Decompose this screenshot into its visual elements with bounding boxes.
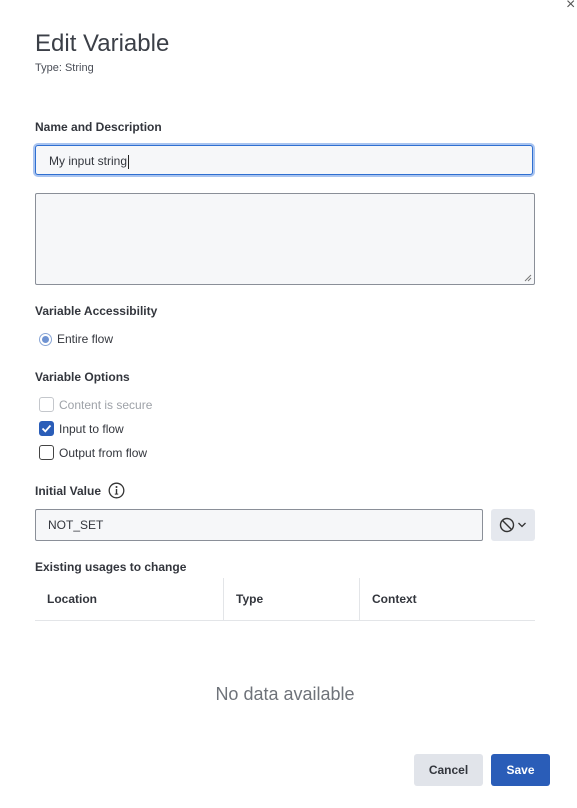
checkbox[interactable]	[39, 445, 54, 460]
no-entry-icon	[499, 517, 515, 533]
checkmark-icon	[41, 424, 52, 433]
checkbox-label: Input to flow	[59, 421, 124, 436]
resize-grip-icon[interactable]	[524, 274, 532, 282]
radio-selected-dot	[42, 335, 49, 343]
options-label: Variable Options	[35, 370, 130, 384]
dialog-title: Edit Variable	[35, 30, 170, 57]
checkbox	[39, 397, 54, 412]
initial-value-input[interactable]: NOT_SET	[35, 509, 483, 541]
initial-value-label: Initial Value	[35, 484, 102, 498]
empty-table-message: No data available	[215, 684, 355, 704]
radio-label: Entire flow	[57, 332, 114, 346]
description-textarea[interactable]	[35, 193, 535, 285]
checkbox[interactable]	[39, 421, 54, 436]
cancel-button[interactable]: Cancel	[414, 754, 483, 786]
checkbox-output-from-flow[interactable]: Output from flow	[39, 445, 147, 460]
checkbox-label: Output from flow	[59, 445, 148, 460]
close-icon[interactable]: ×	[566, 0, 575, 14]
text-caret	[128, 154, 130, 169]
column-header-type[interactable]: Type	[223, 578, 359, 620]
name-section-label: Name and Description	[35, 120, 162, 134]
checkbox-input-to-flow[interactable]: Input to flow	[39, 421, 124, 436]
usages-table-header: Location Type Context	[35, 578, 535, 621]
name-input[interactable]: My input string	[35, 145, 533, 175]
radio-button[interactable]	[39, 332, 52, 346]
radio-entire-flow[interactable]: Entire flow	[39, 332, 113, 346]
column-header-context[interactable]: Context	[359, 578, 535, 620]
checkbox-content-secure: Content is secure	[39, 397, 152, 412]
null-value-dropdown-button[interactable]	[491, 509, 535, 541]
checkbox-label: Content is secure	[59, 397, 153, 412]
accessibility-label: Variable Accessibility	[35, 304, 158, 318]
save-button[interactable]: Save	[491, 754, 550, 786]
name-input-value: My input string	[49, 154, 128, 168]
column-header-location[interactable]: Location	[35, 578, 223, 620]
usages-label: Existing usages to change	[35, 560, 187, 574]
dialog-subtitle: Type: String	[35, 62, 94, 74]
info-icon[interactable]	[108, 482, 125, 499]
chevron-down-icon	[518, 522, 526, 528]
